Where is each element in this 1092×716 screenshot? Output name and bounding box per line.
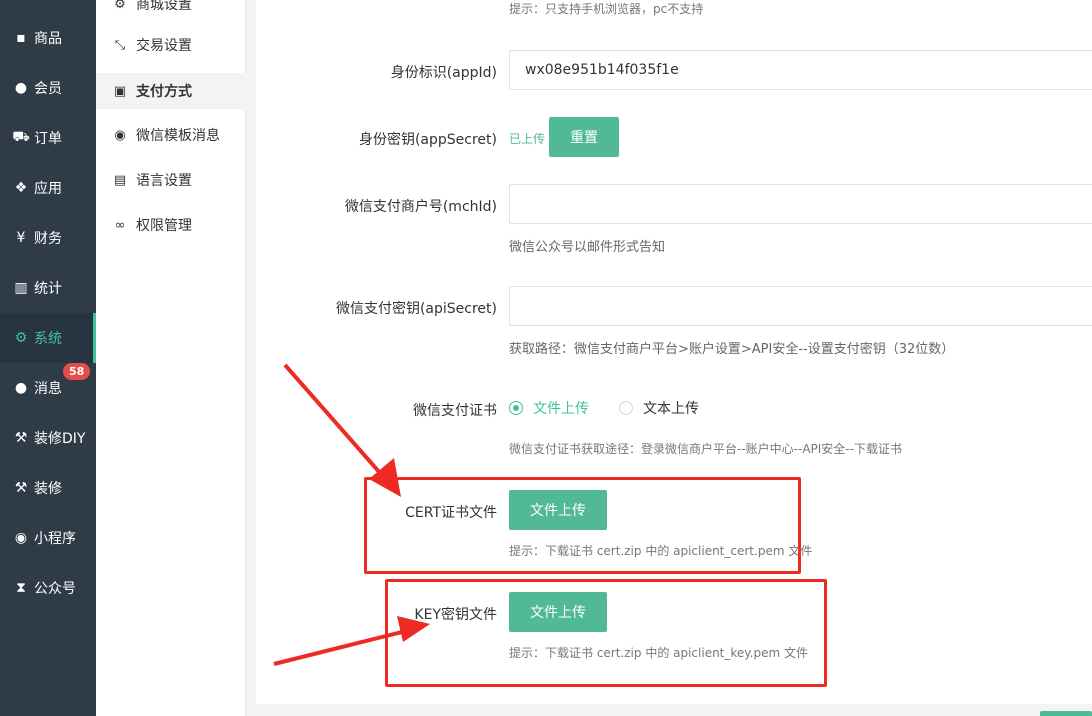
subnav-item-label: 支付方式 [136,84,192,100]
facebook-square-icon: ▣ [113,83,127,99]
sidebar-item-orders[interactable]: ⛟ 订单 [0,113,96,163]
sidebar-item-goods[interactable]: ▪ 商品 [0,13,96,63]
sidebar-item-label: 财务 [34,231,62,247]
appsecret-status: 已上传 [509,132,546,146]
subnav-item-payment[interactable]: ▣ 支付方式 [96,73,246,109]
apisecret-label: 微信支付密钥(apiSecret) [335,301,497,317]
cubes-icon: ❖ [14,180,28,196]
radio-checked-icon [509,401,523,415]
sidebar-item-official-account[interactable]: ⧗ 公众号 [0,563,96,613]
wechat-icon: ◉ [114,127,126,143]
sidebar-item-miniprogram[interactable]: ◉ 小程序 [0,513,96,563]
comment-icon: ● [14,380,28,396]
sidebar-item-label: 商品 [34,31,62,47]
sidebar-item-label: 装修 [34,481,62,497]
users-icon: ● [14,80,28,96]
subnav-item-language[interactable]: ▤ 语言设置 [96,162,246,198]
sidebar-item-label: 应用 [34,181,62,197]
browser-support-hint: 提示：只支持手机浏览器，pc不支持 [509,2,704,16]
link-icon: ∞ [114,217,126,233]
mchid-input[interactable] [509,184,1092,224]
subnav-item-label: 微信模板消息 [136,128,220,144]
page-bottom-strip [256,704,1092,716]
language-icon: ▤ [113,172,127,188]
save-button-partial[interactable] [1040,711,1092,716]
cert-radio-text-upload[interactable]: 文本上传 [619,398,699,418]
appsecret-label: 身份密钥(appSecret) [358,132,497,148]
cert-type-label: 微信支付证书 [413,403,497,419]
main-sidebar: ▪ 商品 ● 会员 ⛟ 订单 ❖ 应用 ¥ 财务 ▥ 统计 ⚙ 系统 ● 消息 … [0,0,96,716]
sidebar-item-label: 统计 [34,281,62,297]
apisecret-hint: 获取路径：微信支付商户平台>账户设置>API安全--设置支付密钥（32位数） [509,342,955,357]
gears-icon: ⚙ [14,330,28,346]
appid-input[interactable]: wx08e951b14f035f1e [509,50,1092,90]
wechat-icon: ◉ [14,530,28,546]
hourglass-icon: ⧗ [16,580,26,596]
subnav-item-label: 权限管理 [136,218,192,234]
sidebar-item-stats[interactable]: ▥ 统计 [0,263,96,313]
gavel-icon: ⚒ [14,480,28,496]
apisecret-input[interactable] [509,286,1092,326]
gear-icon: ⚙ [114,0,126,12]
sidebar-item-apps[interactable]: ❖ 应用 [0,163,96,213]
sidebar-item-members[interactable]: ● 会员 [0,63,96,113]
radio-unchecked-icon [619,401,633,415]
annotation-box-cert [364,477,801,574]
subnav-item-label: 语言设置 [136,173,192,189]
annotation-box-key [385,579,827,687]
sidebar-item-label: 小程序 [34,531,76,547]
gavel-icon: ⚒ [14,430,28,446]
sidebar-item-system[interactable]: ⚙ 系统 [0,313,96,363]
yen-icon: ¥ [16,230,26,246]
compress-icon: ⤡ [114,37,126,53]
sidebar-item-label: 装修DIY [34,431,86,447]
cert-radio-file-upload[interactable]: 文件上传 [509,398,589,418]
appid-label: 身份标识(appId) [390,65,497,81]
reset-appsecret-button[interactable]: 重置 [549,117,619,157]
sidebar-item-messages[interactable]: ● 消息 58 [0,363,96,413]
sidebar-item-decor[interactable]: ⚒ 装修 [0,463,96,513]
subnav-item-permissions[interactable]: ∞ 权限管理 [96,207,246,243]
archive-icon: ▪ [16,30,26,46]
mchid-label: 微信支付商户号(mchId) [344,199,497,215]
sidebar-item-finance[interactable]: ¥ 财务 [0,213,96,263]
cert-hint: 微信支付证书获取途径：登录微信商户平台--账户中心--API安全--下载证书 [509,442,902,456]
subnav-item-label: 商城设置 [136,0,192,13]
subnav-item-trade-settings[interactable]: ⤡ 交易设置 [96,27,246,63]
subnav-item-mall-settings[interactable]: ⚙ 商城设置 [96,0,246,22]
sidebar-item-label: 系统 [34,331,62,347]
unread-badge: 58 [63,363,91,380]
subnav-item-wechat-templates[interactable]: ◉ 微信模板消息 [96,117,246,153]
sidebar-item-label: 会员 [34,81,62,97]
mchid-hint: 微信公众号以邮件形式告知 [509,240,666,255]
subnav-item-label: 交易设置 [136,38,192,54]
sidebar-item-label: 消息 [34,381,62,397]
sidebar-item-label: 公众号 [34,581,76,597]
settings-subnav: ⚙ 商城设置 ⤡ 交易设置 ▣ 支付方式 ◉ 微信模板消息 ▤ 语言设置 ∞ 权… [96,0,246,716]
cart-icon: ⛟ [12,129,30,145]
bar-chart-icon: ▥ [14,280,28,296]
sidebar-item-label: 订单 [34,131,62,147]
sidebar-item-decor-diy[interactable]: ⚒ 装修DIY [0,413,96,463]
